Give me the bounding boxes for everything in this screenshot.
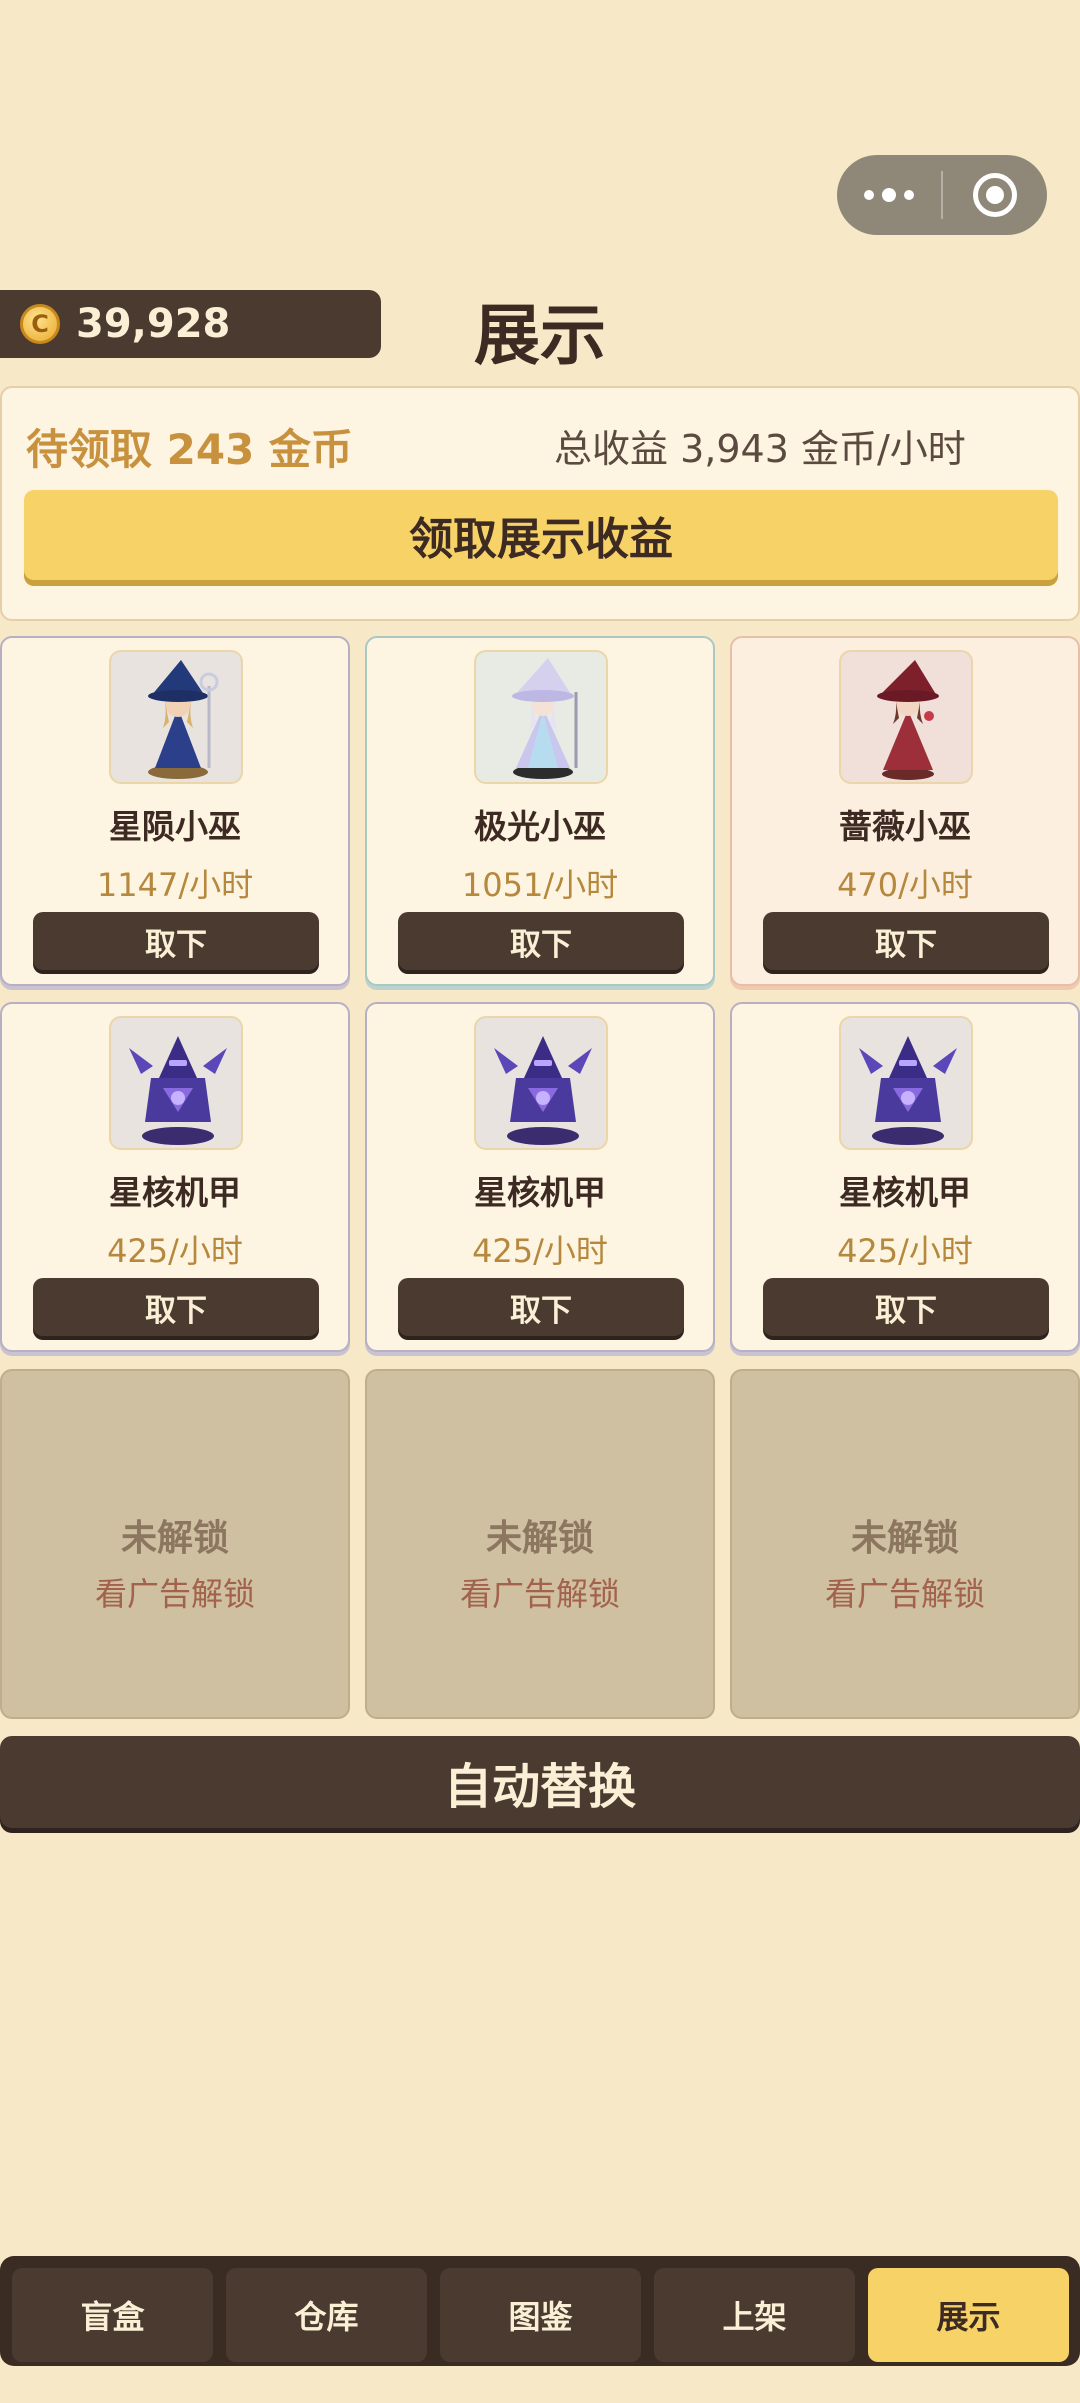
display-slot-card: 极光小巫 1051/小时 取下: [365, 636, 715, 986]
tab-shelve[interactable]: 上架: [654, 2268, 855, 2362]
display-slot-card: 星核机甲 425/小时 取下: [365, 1002, 715, 1352]
pending-coins: 待领取 243 金币: [26, 425, 353, 474]
auto-replace-button[interactable]: 自动替换: [0, 1736, 1080, 1828]
figure-name: 星核机甲: [839, 1173, 971, 1212]
figure-thumbnail: [109, 1016, 243, 1150]
remove-figure-button[interactable]: 取下: [33, 912, 319, 970]
figure-thumbnail: [839, 650, 973, 784]
figure-thumbnail: [474, 1016, 608, 1150]
figure-income-rate: 470/小时: [837, 866, 973, 904]
locked-slot[interactable]: 未解锁 看广告解锁: [0, 1369, 350, 1719]
total-income-rate: 总收益 3,943 金币/小时: [554, 427, 966, 471]
tab-display[interactable]: 展示: [868, 2268, 1069, 2362]
mech-purple-figure-icon: [859, 1036, 957, 1145]
remove-figure-button[interactable]: 取下: [763, 912, 1049, 970]
figure-name: 星核机甲: [109, 1173, 241, 1212]
figure-income-rate: 425/小时: [472, 1232, 608, 1270]
close-miniprogram-icon[interactable]: [943, 155, 1047, 235]
figure-income-rate: 425/小时: [107, 1232, 243, 1270]
earnings-panel: 待领取 243 金币 总收益 3,943 金币/小时 领取展示收益: [0, 386, 1080, 621]
locked-slot[interactable]: 未解锁 看广告解锁: [365, 1369, 715, 1719]
figure-name: 星核机甲: [474, 1173, 606, 1212]
claim-earnings-button[interactable]: 领取展示收益: [24, 490, 1058, 580]
locked-title: 未解锁: [485, 1518, 594, 1559]
figure-name: 星陨小巫: [109, 807, 241, 846]
mech-purple-figure-icon: [494, 1036, 592, 1145]
figure-income-rate: 1147/小时: [96, 866, 254, 904]
locked-slot[interactable]: 未解锁 看广告解锁: [730, 1369, 1080, 1719]
display-slot-card: 星核机甲 425/小时 取下: [0, 1002, 350, 1352]
display-slot-card: 星核机甲 425/小时 取下: [730, 1002, 1080, 1352]
figure-name: 蔷薇小巫: [839, 807, 971, 846]
more-menu-icon[interactable]: [837, 155, 941, 235]
page-title: 展示: [474, 297, 606, 374]
tab-collection[interactable]: 图鉴: [440, 2268, 641, 2362]
watch-ad-unlock-link[interactable]: 看广告解锁: [367, 1569, 713, 1615]
wizard-blue-figure-icon: [148, 660, 219, 779]
watch-ad-unlock-link[interactable]: 看广告解锁: [732, 1569, 1078, 1615]
tab-blind-box[interactable]: 盲盒: [12, 2268, 213, 2362]
watch-ad-unlock-link[interactable]: 看广告解锁: [2, 1569, 348, 1615]
figure-thumbnail: [474, 650, 608, 784]
remove-figure-button[interactable]: 取下: [398, 1278, 684, 1336]
figure-thumbnail: [839, 1016, 973, 1150]
remove-figure-button[interactable]: 取下: [33, 1278, 319, 1336]
figure-income-rate: 1051/小时: [461, 866, 619, 904]
locked-title: 未解锁: [120, 1518, 229, 1559]
remove-figure-button[interactable]: 取下: [763, 1278, 1049, 1336]
mech-purple-figure-icon: [129, 1036, 227, 1145]
miniprogram-capsule: [837, 155, 1047, 235]
bottom-tab-bar: 盲盒 仓库 图鉴 上架 展示: [0, 2256, 1080, 2366]
figure-thumbnail: [109, 650, 243, 784]
display-slot-card: 蔷薇小巫 470/小时 取下: [730, 636, 1080, 986]
wizard-rose-figure-icon: [877, 660, 939, 780]
figure-name: 极光小巫: [474, 807, 606, 846]
wizard-aurora-figure-icon: [512, 658, 578, 779]
remove-figure-button[interactable]: 取下: [398, 912, 684, 970]
tab-warehouse[interactable]: 仓库: [226, 2268, 427, 2362]
locked-title: 未解锁: [850, 1518, 959, 1559]
figure-income-rate: 425/小时: [837, 1232, 973, 1270]
display-slot-card: 星陨小巫 1147/小时 取下: [0, 636, 350, 986]
